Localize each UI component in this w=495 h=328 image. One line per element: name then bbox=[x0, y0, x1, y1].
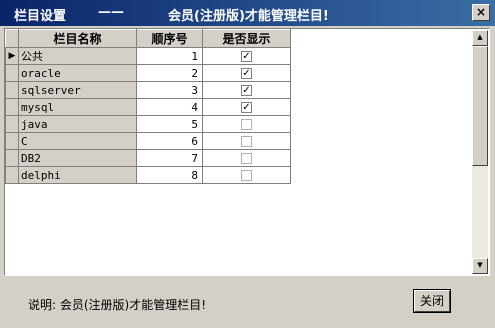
title-message: 会员(注册版)才能管理栏目! bbox=[168, 9, 329, 24]
scroll-up-button[interactable]: ▲ bbox=[472, 30, 488, 46]
row-indicator[interactable] bbox=[5, 115, 19, 133]
checkbox-unchecked[interactable] bbox=[241, 153, 252, 164]
cell-name[interactable]: mysql bbox=[18, 98, 137, 116]
checkbox-checked[interactable]: ✓ bbox=[241, 102, 252, 113]
cell-order[interactable]: 5 bbox=[136, 115, 203, 133]
cell-show[interactable] bbox=[202, 132, 291, 150]
current-row-arrow-icon: ▶ bbox=[8, 50, 16, 61]
cell-show[interactable]: ✓ bbox=[202, 81, 291, 99]
grid-header-row: 栏目名称 顺序号 是否显示 bbox=[5, 29, 291, 48]
title-separator: —— bbox=[98, 5, 124, 20]
cell-name[interactable]: DB2 bbox=[18, 149, 137, 167]
cell-name[interactable]: sqlserver bbox=[18, 81, 137, 99]
cell-show[interactable] bbox=[202, 115, 291, 133]
table-row[interactable]: java 5 bbox=[5, 115, 291, 133]
scroll-thumb[interactable] bbox=[472, 46, 488, 166]
cell-order[interactable]: 3 bbox=[136, 81, 203, 99]
scroll-down-button[interactable]: ▼ bbox=[472, 258, 488, 274]
checkbox-unchecked[interactable] bbox=[241, 136, 252, 147]
table-row[interactable]: oracle 2 ✓ bbox=[5, 64, 291, 82]
header-show[interactable]: 是否显示 bbox=[202, 29, 291, 48]
cell-show[interactable]: ✓ bbox=[202, 98, 291, 116]
footer-note: 说明: 会员(注册版)才能管理栏目! bbox=[28, 298, 207, 312]
checkbox-checked[interactable]: ✓ bbox=[241, 85, 252, 96]
vertical-scrollbar[interactable]: ▲ ▼ bbox=[472, 30, 488, 274]
cell-show[interactable] bbox=[202, 166, 291, 184]
header-name[interactable]: 栏目名称 bbox=[18, 29, 137, 48]
close-icon: × bbox=[475, 5, 487, 19]
cell-name[interactable]: 公共 bbox=[18, 47, 137, 65]
close-button[interactable]: 关闭 bbox=[413, 289, 451, 313]
grid-table: 栏目名称 顺序号 是否显示 ▶ 公共 1 ✓ oracle 2 ✓ sqlserver 3 ✓ my… bbox=[5, 29, 291, 184]
row-indicator[interactable] bbox=[5, 166, 19, 184]
arrow-up-icon: ▲ bbox=[477, 33, 483, 41]
row-indicator[interactable] bbox=[5, 132, 19, 150]
window-title: 栏目设置 bbox=[14, 9, 67, 24]
checkbox-checked[interactable]: ✓ bbox=[241, 51, 252, 62]
table-row[interactable]: delphi 8 bbox=[5, 166, 291, 184]
row-indicator[interactable] bbox=[5, 81, 19, 99]
checkbox-checked[interactable]: ✓ bbox=[241, 68, 252, 79]
header-order[interactable]: 顺序号 bbox=[136, 29, 203, 48]
arrow-down-icon: ▼ bbox=[477, 261, 483, 269]
cell-name[interactable]: java bbox=[18, 115, 137, 133]
table-row[interactable]: sqlserver 3 ✓ bbox=[5, 81, 291, 99]
category-grid[interactable]: 栏目名称 顺序号 是否显示 ▶ 公共 1 ✓ oracle 2 ✓ sqlserver 3 ✓ my… bbox=[4, 28, 490, 276]
cell-order[interactable]: 4 bbox=[136, 98, 203, 116]
checkbox-unchecked[interactable] bbox=[241, 170, 252, 181]
cell-name[interactable]: delphi bbox=[18, 166, 137, 184]
title-bar: 栏目设置 —— 会员(注册版)才能管理栏目! × bbox=[0, 0, 495, 26]
table-row[interactable]: C6 bbox=[5, 132, 291, 150]
header-indicator bbox=[5, 29, 19, 48]
row-indicator[interactable] bbox=[5, 149, 19, 167]
cell-order[interactable]: 1 bbox=[136, 47, 203, 65]
checkbox-unchecked[interactable] bbox=[241, 119, 252, 130]
cell-name[interactable]: oracle bbox=[18, 64, 137, 82]
row-indicator[interactable] bbox=[5, 98, 19, 116]
grid-body: ▶ 公共 1 ✓ oracle 2 ✓ sqlserver 3 ✓ mysql 4 ✓ java 5 C 6 DB… bbox=[5, 47, 291, 184]
table-row[interactable]: mysql 4 ✓ bbox=[5, 98, 291, 116]
cell-order[interactable]: 7 bbox=[136, 149, 203, 167]
window-close-button[interactable]: × bbox=[472, 4, 490, 21]
cell-name[interactable]: C bbox=[18, 132, 137, 150]
cell-order[interactable]: 2 bbox=[136, 64, 203, 82]
cell-order[interactable]: 8 bbox=[136, 166, 203, 184]
cell-order[interactable]: 6 bbox=[136, 132, 203, 150]
table-row[interactable]: ▶ 公共 1 ✓ bbox=[5, 47, 291, 65]
row-indicator[interactable] bbox=[5, 64, 19, 82]
row-indicator[interactable]: ▶ bbox=[5, 47, 19, 65]
cell-show[interactable] bbox=[202, 149, 291, 167]
table-row[interactable]: DB2 7 bbox=[5, 149, 291, 167]
cell-show[interactable]: ✓ bbox=[202, 47, 291, 65]
cell-show[interactable]: ✓ bbox=[202, 64, 291, 82]
